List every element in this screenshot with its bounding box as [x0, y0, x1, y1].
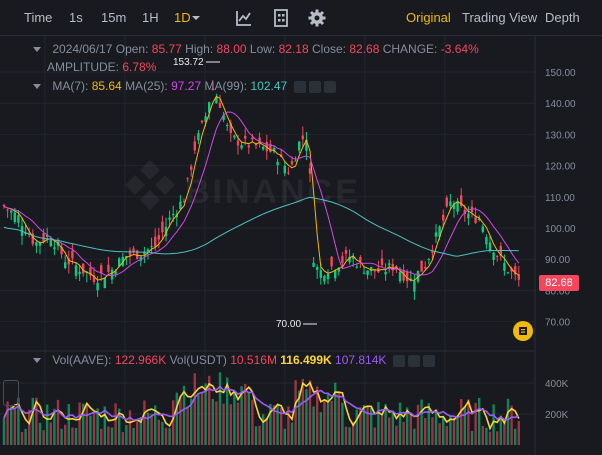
- amplitude-value: 6.78%: [122, 60, 157, 74]
- close-icon[interactable]: [323, 80, 336, 93]
- ohlc-close: 82.68: [349, 42, 380, 56]
- high-marker: 153.72: [173, 57, 220, 68]
- interval-15m[interactable]: 15m: [101, 10, 126, 25]
- vol-usdt-value: 10.516M: [230, 353, 277, 367]
- settings-icon[interactable]: [307, 8, 327, 28]
- time-button[interactable]: Time: [24, 10, 52, 25]
- price-axis-label: 70.00: [545, 318, 570, 329]
- view-depth[interactable]: Depth: [545, 10, 580, 25]
- volume-axis-label: 400K: [545, 379, 569, 390]
- svg-text:153.72: 153.72: [173, 57, 204, 68]
- vol-ma1-value: 116.499K: [280, 353, 332, 367]
- last-price-tag: 82.68: [539, 275, 579, 291]
- collapse-icon[interactable]: [33, 358, 41, 364]
- price-axis-label: 100.00: [545, 224, 576, 235]
- ohlc-date: 2024/06/17: [52, 42, 113, 56]
- ma-legend: MA(7): 85.64 MA(25): 97.27 MA(99): 102.4…: [33, 79, 336, 93]
- ohlc-legend: 2024/06/17 Open: 85.77 High: 88.00 Low: …: [33, 42, 479, 56]
- ohlc-open: 85.77: [151, 42, 182, 56]
- volume-axis-label: 200K: [545, 410, 569, 421]
- vol-ma2-value: 107.814K: [335, 353, 387, 367]
- vol-aave-value: 122.966K: [114, 353, 167, 367]
- volume-ma-layer: [3, 381, 520, 431]
- chart-grid: [0, 36, 535, 445]
- settings-icon[interactable]: [407, 354, 420, 367]
- close-icon[interactable]: [422, 354, 435, 367]
- collapse-icon[interactable]: [33, 47, 41, 53]
- ma7-value: 85.64: [91, 79, 122, 93]
- ohlc-change: -3.64%: [440, 42, 479, 56]
- ma99-value: 102.47: [250, 79, 288, 93]
- chart-toolbar: Time 1s 15m 1H 1D Original Trading View …: [0, 0, 602, 36]
- alert-button[interactable]: [513, 321, 533, 341]
- scroll-handle[interactable]: [3, 380, 19, 406]
- ohlc-low: 82.18: [278, 42, 309, 56]
- view-original[interactable]: Original: [406, 10, 451, 25]
- layout-icon[interactable]: [271, 8, 291, 28]
- indicators-icon[interactable]: [234, 8, 254, 28]
- view-trading-view[interactable]: Trading View: [462, 10, 537, 25]
- interval-1s[interactable]: 1s: [69, 10, 83, 25]
- chevron-down-icon[interactable]: [191, 13, 201, 23]
- note-icon: [519, 327, 527, 335]
- ma25-value: 97.27: [171, 79, 202, 93]
- price-axis-label: 140.00: [545, 99, 576, 110]
- volume-legend: Vol(AAVE): 122.966K Vol(USDT) 10.516M 11…: [33, 353, 435, 367]
- low-marker: 70.00: [276, 319, 317, 330]
- hide-icon[interactable]: [392, 354, 405, 367]
- interval-1h[interactable]: 1H: [142, 10, 159, 25]
- watermark: BINANCE: [125, 160, 361, 211]
- settings-icon[interactable]: [308, 80, 321, 93]
- price-axis: 150.00 140.00 130.00 120.00 110.00 100.00 90.0…: [545, 68, 576, 421]
- ohlc-high: 88.00: [216, 42, 247, 56]
- price-axis-label: 110.00: [545, 193, 575, 204]
- svg-text:70.00: 70.00: [276, 319, 301, 330]
- interval-1d[interactable]: 1D: [174, 10, 191, 25]
- collapse-icon[interactable]: [33, 84, 41, 90]
- price-axis-label: 130.00: [545, 130, 576, 141]
- amplitude-legend: AMPLITUDE: 6.78%: [47, 60, 157, 74]
- price-axis-label: 90.00: [545, 255, 570, 266]
- price-axis-label: 120.00: [545, 162, 576, 173]
- candlestick-chart[interactable]: BINANCE 150.00 140.00 130.00 120.00 110.00 10…: [0, 36, 602, 455]
- svg-text:BINANCE: BINANCE: [185, 173, 361, 211]
- price-axis-label: 150.00: [545, 68, 576, 79]
- hide-icon[interactable]: [293, 80, 306, 93]
